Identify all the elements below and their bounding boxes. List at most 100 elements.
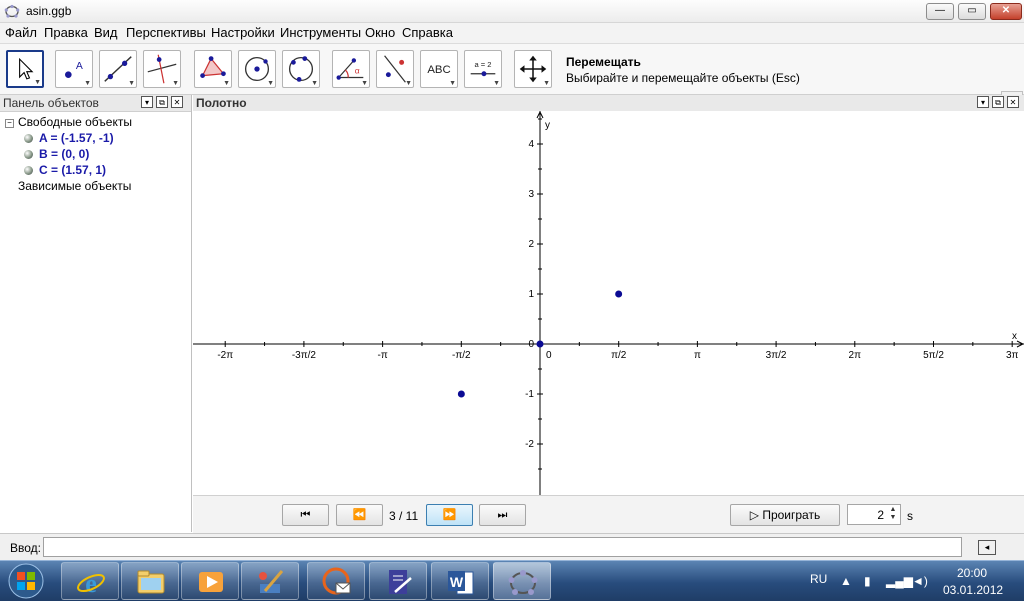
taskbar-app[interactable] bbox=[241, 562, 299, 600]
perpendicular-tool-button[interactable]: ▼ bbox=[143, 50, 181, 88]
taskbar-app[interactable] bbox=[369, 562, 427, 600]
taskbar-app[interactable] bbox=[307, 562, 365, 600]
speed-stepper[interactable]: 2 ▲ ▼ bbox=[847, 504, 901, 525]
circle-tool-button[interactable]: ▼ bbox=[238, 50, 276, 88]
taskbar-app[interactable] bbox=[181, 562, 239, 600]
point-A[interactable] bbox=[457, 390, 465, 398]
collapse-icon[interactable]: − bbox=[5, 119, 14, 128]
visibility-toggle-icon[interactable] bbox=[24, 150, 33, 159]
taskbar-app[interactable] bbox=[493, 562, 551, 600]
menu-file[interactable]: Файл bbox=[5, 25, 37, 40]
svg-text:A: A bbox=[76, 61, 83, 72]
language-indicator[interactable]: RU bbox=[810, 572, 827, 586]
panel-menu-icon[interactable]: ▾ bbox=[141, 96, 153, 108]
visibility-toggle-icon[interactable] bbox=[24, 166, 33, 175]
y-tick-label: 4 bbox=[528, 139, 534, 150]
graphics-canvas[interactable]: -2π -3π/2 -π -π/2 π/2 π 3π/2 2π 5π/2 3π 4 3 2 1 0 -1 -2 0… bbox=[193, 111, 1024, 495]
skip-first-icon: ⏮ bbox=[300, 509, 311, 521]
tree-group-label: Зависимые объекты bbox=[18, 179, 132, 193]
line-tool-button[interactable]: ▼ bbox=[99, 50, 137, 88]
point-B[interactable] bbox=[536, 340, 544, 348]
algebra-panel-title: Панель объектов bbox=[3, 96, 99, 110]
maximize-button[interactable]: ▭ bbox=[958, 3, 986, 20]
close-button[interactable]: ✕ bbox=[990, 3, 1022, 20]
slider-tool-button[interactable]: a = 2 ▼ bbox=[464, 50, 502, 88]
panel-close-icon[interactable]: ✕ bbox=[171, 96, 183, 108]
tool-menu-arrow-icon: ▼ bbox=[84, 80, 91, 87]
panel-close-icon[interactable]: ✕ bbox=[1007, 96, 1019, 108]
menu-view[interactable]: Вид bbox=[94, 25, 118, 40]
algebra-panel-header: Панель объектов ▾ ⧉ ✕ bbox=[0, 95, 191, 112]
input-field[interactable] bbox=[43, 537, 962, 557]
file-explorer-icon bbox=[137, 570, 165, 594]
minimize-button[interactable]: — bbox=[926, 3, 954, 20]
panel-undock-icon[interactable]: ⧉ bbox=[156, 96, 168, 108]
move-graphics-tool-button[interactable]: ▼ bbox=[514, 50, 552, 88]
last-step-button[interactable]: ⏭ bbox=[479, 504, 526, 526]
title-bar: asin.ggb — ▭ ✕ bbox=[0, 0, 1024, 23]
play-button[interactable]: ▷ Проиграть bbox=[730, 504, 840, 526]
y-axis-label: y bbox=[545, 120, 550, 131]
x-tick-label: 3π/2 bbox=[766, 350, 787, 361]
x-tick-label: π bbox=[694, 350, 701, 361]
tree-group-free[interactable]: − Свободные объекты bbox=[5, 115, 132, 129]
list-item[interactable]: B = (0, 0) bbox=[24, 147, 89, 161]
notepad-pen-icon bbox=[389, 570, 412, 594]
tool-menu-arrow-icon: ▼ bbox=[267, 80, 274, 87]
battery-icon[interactable]: ▮ bbox=[864, 574, 871, 588]
point-C[interactable] bbox=[615, 290, 623, 298]
graphics-panel-title: Полотно bbox=[196, 96, 247, 110]
tool-menu-arrow-icon: ▼ bbox=[34, 79, 41, 86]
spinner-arrows-icon[interactable]: ▲ ▼ bbox=[887, 506, 899, 523]
point-tool-button[interactable]: A ▼ bbox=[55, 50, 93, 88]
taskbar-app[interactable] bbox=[121, 562, 179, 600]
play-icon: ▷ bbox=[749, 508, 763, 522]
taskbar-app[interactable]: W bbox=[431, 562, 489, 600]
polygon-tool-button[interactable]: ▼ bbox=[194, 50, 232, 88]
input-help-toggle-icon[interactable]: ◂ bbox=[978, 540, 996, 555]
coordinate-plane[interactable]: -2π -3π/2 -π -π/2 π/2 π 3π/2 2π 5π/2 3π 4 3 2 1 0 -1 -2 0… bbox=[193, 111, 1024, 495]
show-hidden-icons-icon[interactable]: ▲ bbox=[840, 574, 852, 588]
taskbar-app[interactable]: e bbox=[61, 562, 119, 600]
algebra-panel: Панель объектов ▾ ⧉ ✕ − Свободные объекты… bbox=[0, 95, 192, 532]
menu-help[interactable]: Справка bbox=[402, 25, 453, 40]
y-tick-label: -2 bbox=[525, 439, 534, 450]
y-tick-label: 3 bbox=[528, 189, 534, 200]
mail-app-icon bbox=[322, 567, 351, 595]
start-button[interactable] bbox=[2, 562, 50, 600]
speed-unit: s bbox=[907, 509, 913, 523]
menu-bar: Файл Правка Вид Перспективы Настройки Ин… bbox=[0, 23, 1024, 44]
y-tick-label: 0 bbox=[528, 339, 534, 350]
svg-text:W: W bbox=[450, 574, 464, 590]
first-step-button[interactable]: ⏮ bbox=[282, 504, 329, 526]
circle-three-points-tool-button[interactable]: ▼ bbox=[282, 50, 320, 88]
reflect-tool-button[interactable]: ▼ bbox=[376, 50, 414, 88]
tree-group-dependent[interactable]: Зависимые объекты bbox=[18, 179, 131, 193]
visibility-toggle-icon[interactable] bbox=[24, 134, 33, 143]
next-step-button[interactable]: ⏩ bbox=[426, 504, 473, 526]
list-item[interactable]: C = (1.57, 1) bbox=[24, 163, 106, 177]
network-signal-icon[interactable]: ▂▄▆ bbox=[886, 574, 913, 588]
volume-icon[interactable]: ◄) bbox=[912, 574, 928, 588]
menu-edit[interactable]: Правка bbox=[44, 25, 88, 40]
x-tick-label: 3π bbox=[1006, 350, 1019, 361]
x-tick-label: -π/2 bbox=[452, 350, 471, 361]
text-tool-button[interactable]: ABC ▼ bbox=[420, 50, 458, 88]
clock-time[interactable]: 20:00 bbox=[957, 566, 987, 580]
panel-menu-icon[interactable]: ▾ bbox=[977, 96, 989, 108]
move-tool-button[interactable]: ▼ bbox=[6, 50, 44, 88]
menu-settings[interactable]: Настройки bbox=[211, 25, 275, 40]
menu-tools[interactable]: Инструменты bbox=[280, 25, 361, 40]
list-item[interactable]: A = (-1.57, -1) bbox=[24, 131, 114, 145]
x-tick-label: 5π/2 bbox=[923, 350, 944, 361]
internet-explorer-icon: e bbox=[77, 569, 105, 598]
menu-window[interactable]: Окно bbox=[365, 25, 395, 40]
step-counter: 3 / 11 bbox=[389, 509, 419, 523]
clock-date[interactable]: 03.01.2012 bbox=[943, 583, 1003, 597]
object-definition: A = (-1.57, -1) bbox=[39, 131, 114, 145]
previous-step-button[interactable]: ⏪ bbox=[336, 504, 383, 526]
menu-perspectives[interactable]: Перспективы bbox=[126, 25, 206, 40]
panel-undock-icon[interactable]: ⧉ bbox=[992, 96, 1004, 108]
angle-tool-button[interactable]: α ▼ bbox=[332, 50, 370, 88]
step-forward-icon: ⏩ bbox=[442, 509, 457, 521]
